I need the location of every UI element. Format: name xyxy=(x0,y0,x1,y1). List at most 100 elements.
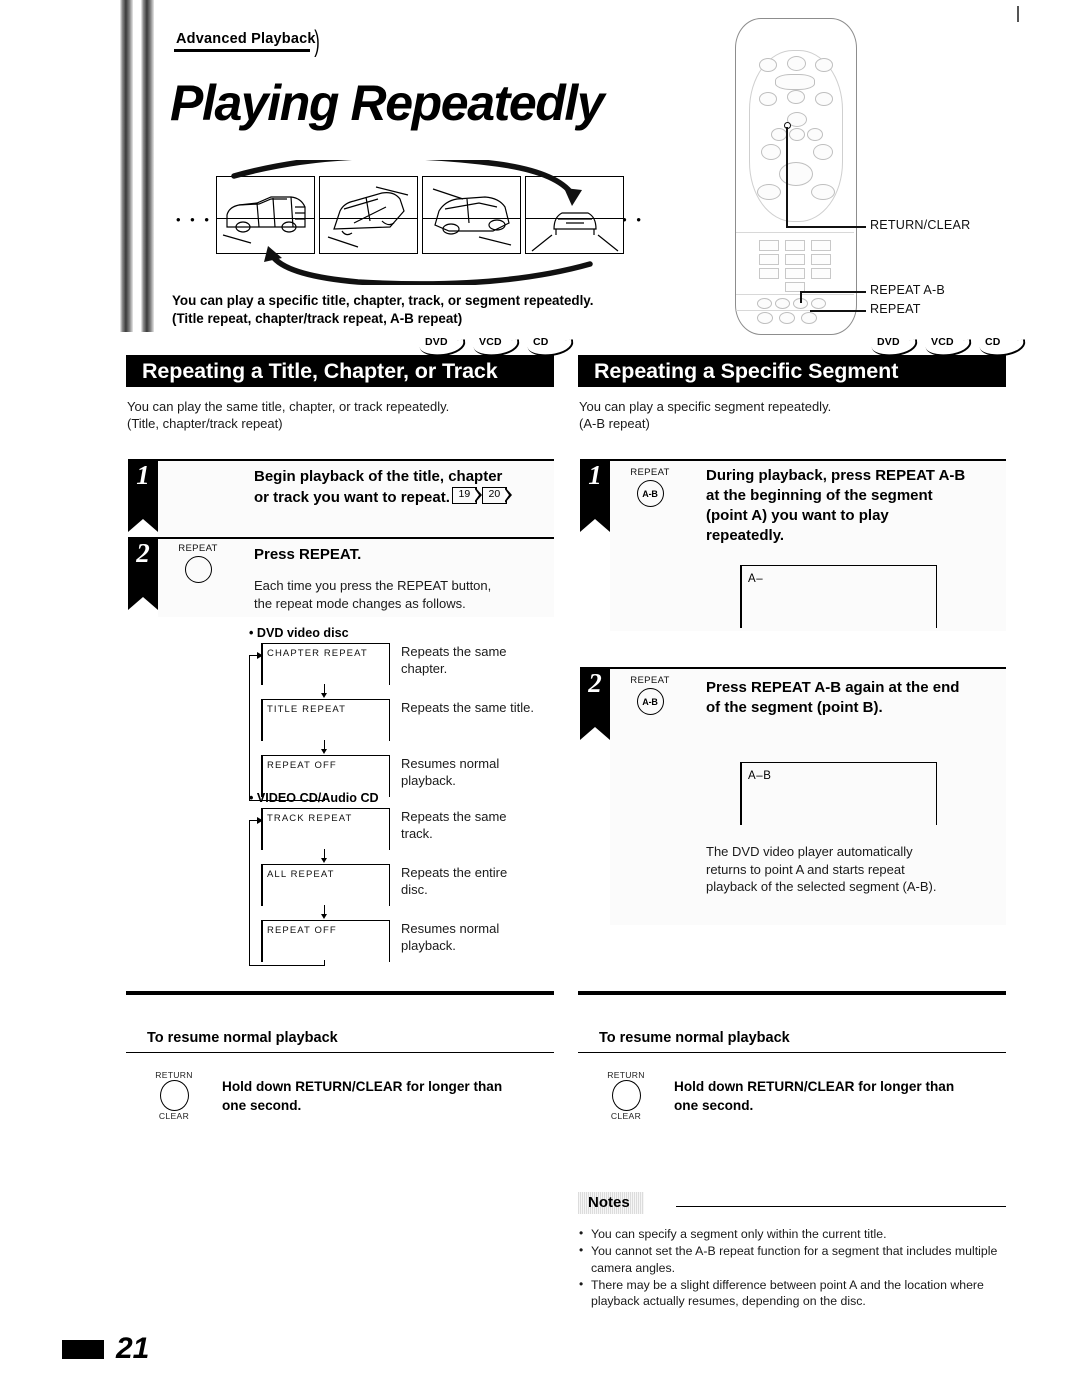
flow-desc: Repeats the entire disc. xyxy=(401,864,507,898)
remote-numeric-key xyxy=(811,268,831,279)
repeat-ab-button-caption: REPEAT xyxy=(630,467,670,478)
disc-badge-label: CD xyxy=(533,336,549,348)
remote-control-illustration xyxy=(735,18,857,335)
repeat-ab-button-graphic[interactable]: REPEAT A-B xyxy=(612,675,688,715)
section-header-left-label: Repeating a Title, Chapter, or Track xyxy=(142,358,498,383)
step1-title-line-3: (point A) you want to play xyxy=(706,507,889,524)
section-desc-left: You can play the same title, chapter, or… xyxy=(127,398,449,432)
remote-numeric-key xyxy=(811,254,831,265)
binding-shadow xyxy=(118,0,164,332)
step2-body-line-2: the repeat mode changes as follows. xyxy=(254,595,466,611)
return-clear-circle-icon xyxy=(159,1080,189,1111)
remote-key xyxy=(787,90,805,104)
repeat-button-caption: REPEAT xyxy=(178,543,218,554)
remote-repeat-key xyxy=(779,312,795,324)
osd-box: ALL REPEAT xyxy=(261,864,390,906)
section-desc-right-line-2: (A-B repeat) xyxy=(579,416,650,431)
disc-badge-label: DVD xyxy=(877,336,900,348)
page-ref-19[interactable]: 19 xyxy=(451,486,482,504)
flow-desc: Resumes normal playback. xyxy=(401,755,499,789)
return-clear-button-graphic-right[interactable]: RETURN CLEAR xyxy=(595,1070,657,1121)
flow-desc-line-1: Repeats the same xyxy=(401,644,507,659)
disc-badge-vcd: VCD xyxy=(473,336,521,359)
repeat-ab-button-graphic[interactable]: REPEAT A-B xyxy=(612,467,688,507)
osd-text: TITLE REPEAT xyxy=(267,704,347,715)
step-number: 2 xyxy=(136,538,150,568)
section-desc-left-line-2: (Title, chapter/track repeat) xyxy=(127,416,283,431)
disc-badge-cd: CD xyxy=(527,336,575,359)
return-clear-circle-icon xyxy=(611,1080,641,1111)
flow-diagram-vcd: TRACK REPEAT Repeats the same track. ALL… xyxy=(249,808,549,967)
step2-body-line-1: Each time you press the REPEAT button, xyxy=(254,578,492,593)
osd-box: TRACK REPEAT xyxy=(261,808,390,850)
repeat-ab-button-caption: REPEAT xyxy=(630,675,670,686)
osd-display-ab: A–B xyxy=(740,762,937,825)
flow-arrow-down-icon xyxy=(321,914,327,919)
osd-display-a-text: A– xyxy=(748,573,764,585)
page-title: Playing Repeatedly xyxy=(170,75,605,131)
remote-key xyxy=(757,298,772,309)
flow-desc-line-1: Repeats the same title. xyxy=(401,700,534,715)
step1-title-line-2: or track you want to repeat. xyxy=(254,489,450,506)
flow-desc-line-1: Resumes normal xyxy=(401,921,500,936)
repeat-illustration: • • • • • • xyxy=(176,160,646,285)
notes-header: Notes xyxy=(578,1192,1006,1214)
step-number: 1 xyxy=(136,460,150,490)
osd-text: CHAPTER REPEAT xyxy=(267,648,368,659)
remote-divider xyxy=(736,232,854,233)
resume-heading-right: To resume normal playback xyxy=(599,1030,790,1046)
step2-title-right: Press REPEAT A-B again at the end of the… xyxy=(706,678,1006,718)
resume-text-left-line-2: one second. xyxy=(222,1098,302,1113)
remote-key xyxy=(775,298,790,309)
osd-text: REPEAT OFF xyxy=(267,760,337,771)
remote-key xyxy=(759,92,777,106)
intro-line-1: You can play a specific title, chapter, … xyxy=(172,293,594,308)
callout-repeat-ab: REPEAT A-B xyxy=(870,283,946,297)
step1-title-line-1: During playback, press REPEAT A-B xyxy=(706,467,966,484)
disc-badge-label: VCD xyxy=(931,336,954,348)
flow-desc: Resumes normal playback. xyxy=(401,920,499,954)
remote-numeric-key xyxy=(785,240,805,251)
remote-numeric-key xyxy=(759,240,779,251)
step-number: 2 xyxy=(588,668,602,698)
flow-heading-dvd: • DVD video disc xyxy=(249,626,349,640)
step2-title-line-2: of the segment (point B). xyxy=(706,699,883,716)
page-ref-20[interactable]: 20 xyxy=(481,486,512,504)
remote-repeat-ab-key xyxy=(757,312,773,324)
remote-numeric-key xyxy=(811,240,831,251)
step1-title-left: Begin playback of the title, chapter or … xyxy=(254,467,554,508)
repeat-button-circle-icon xyxy=(184,556,212,583)
disc-badges-right: DVD VCD CD xyxy=(871,336,1027,359)
remote-numeric-key xyxy=(785,268,805,279)
flow-desc: Repeats the same chapter. xyxy=(401,643,507,677)
callout-line-vertical xyxy=(786,127,788,227)
remote-key xyxy=(811,298,826,309)
callout-repeat: REPEAT xyxy=(870,302,921,316)
page-number: 21 xyxy=(116,1332,150,1365)
page-number-block: 21 xyxy=(62,1332,149,1366)
repeat-button-graphic[interactable]: REPEAT xyxy=(160,543,236,583)
section-desc-left-line-1: You can play the same title, chapter, or… xyxy=(127,399,450,414)
flow-arrow-down-icon xyxy=(321,749,327,754)
step2-title-line-1: Press REPEAT A-B again at the end xyxy=(706,679,960,696)
step2-body-line-3: playback of the selected segment (A-B). xyxy=(706,879,937,894)
osd-box: REPEAT OFF xyxy=(261,920,390,962)
step-flag-1-right: 1 xyxy=(580,460,610,532)
binding-bar-2 xyxy=(141,0,154,332)
section-header-left: Repeating a Title, Chapter, or Track xyxy=(126,355,554,387)
section-header-right-label: Repeating a Specific Segment xyxy=(594,358,899,383)
resume-text-right-line-2: one second. xyxy=(674,1098,754,1113)
disc-badge-dvd: DVD xyxy=(419,336,467,359)
osd-text: ALL REPEAT xyxy=(267,869,335,880)
intro-text: You can play a specific title, chapter, … xyxy=(172,292,593,327)
flow-heading-vcd: • VIDEO CD/Audio CD xyxy=(249,791,379,805)
remote-key xyxy=(789,128,805,141)
remote-key xyxy=(811,184,835,200)
callout-line-horizontal xyxy=(786,226,866,228)
remote-key xyxy=(807,128,823,141)
step1-title-right: During playback, press REPEAT A-B at the… xyxy=(706,466,1006,546)
osd-left-edge xyxy=(261,865,263,906)
osd-box: CHAPTER REPEAT xyxy=(261,643,390,685)
return-clear-button-graphic-left[interactable]: RETURN CLEAR xyxy=(143,1070,205,1121)
step2-body-line-2: returns to point A and starts repeat xyxy=(706,861,905,877)
